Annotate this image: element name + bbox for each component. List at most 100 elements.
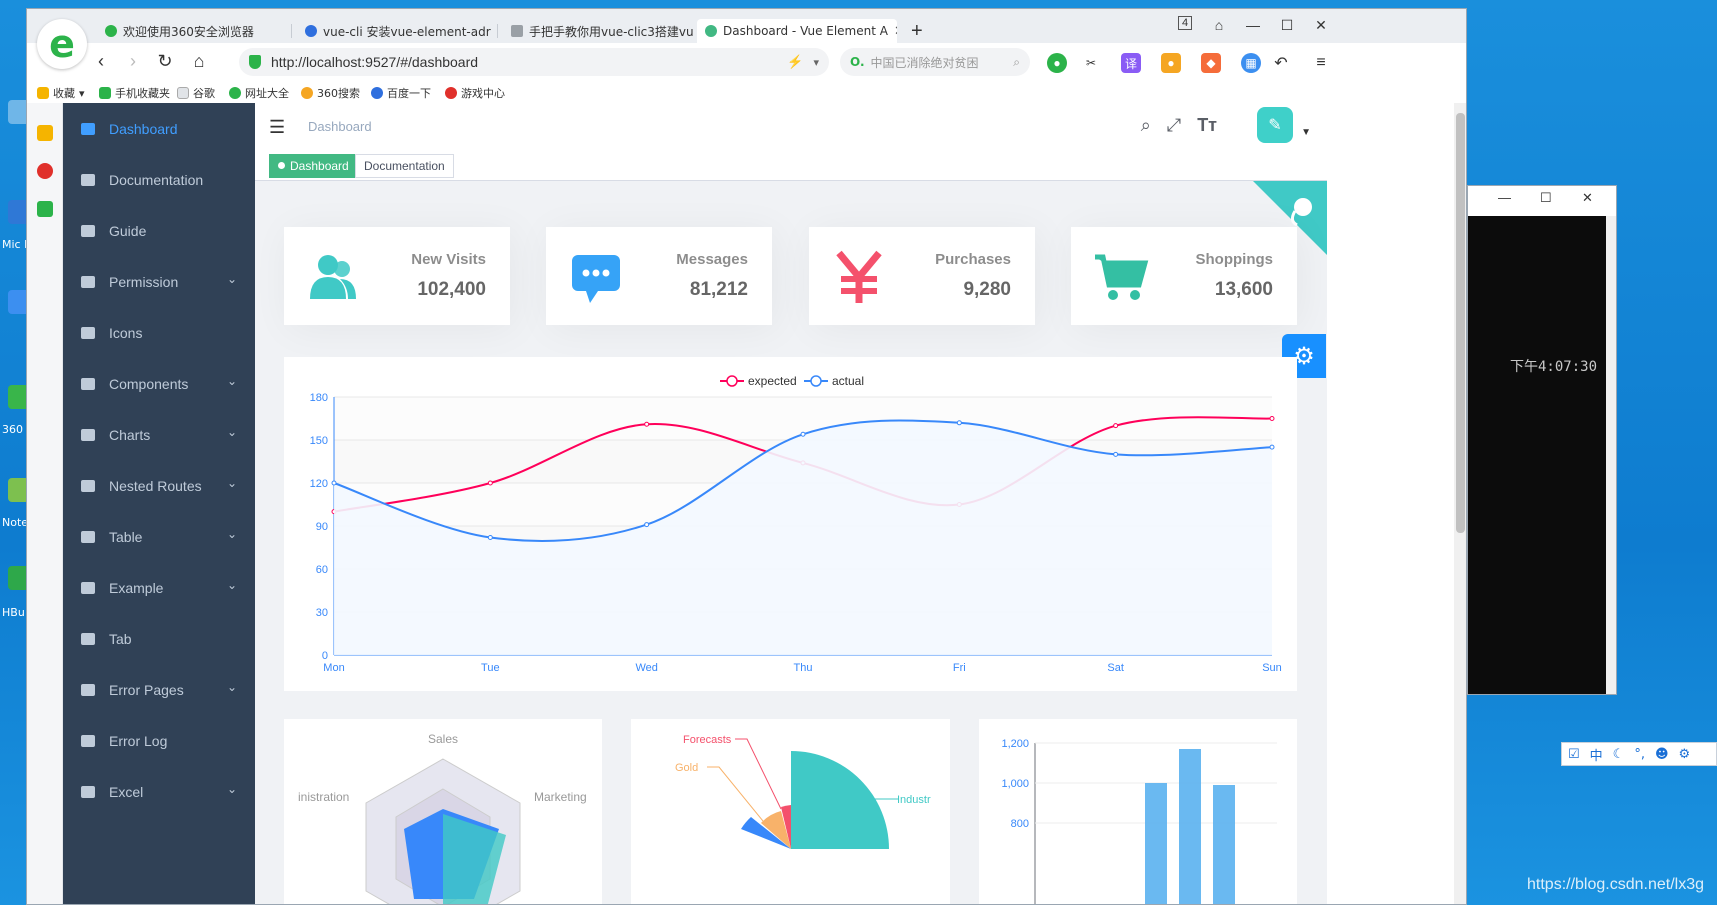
data-point[interactable]: [1113, 451, 1119, 457]
chevron-down-icon[interactable]: ▼: [1301, 127, 1311, 138]
console-scrollbar[interactable]: [1606, 216, 1616, 694]
ime-toolbar[interactable]: ☑ 中 ☾ °, ☻ ⚙: [1561, 742, 1717, 766]
forward-icon[interactable]: ›: [121, 51, 145, 72]
translate-icon[interactable]: 译: [1121, 53, 1141, 73]
tag-dashboard[interactable]: Dashboard: [269, 154, 358, 178]
close-icon[interactable]: ✕: [1582, 190, 1593, 206]
bookmark-item[interactable]: 360搜索: [301, 85, 360, 101]
browser-tab[interactable]: 欢迎使用360安全浏览器: [97, 19, 285, 43]
favorites-icon[interactable]: [37, 125, 53, 141]
browser-tab-active[interactable]: Dashboard - Vue Element A ✕: [697, 19, 897, 43]
sidebar-item-error-pages[interactable]: Error Pages ⌄: [63, 664, 255, 715]
stat-card-new-visits[interactable]: New Visits 102,400: [284, 227, 510, 325]
sidebar-item-example[interactable]: Example ⌄: [63, 562, 255, 613]
data-point[interactable]: [644, 522, 650, 528]
extension-icon[interactable]: ●: [1047, 53, 1067, 73]
sidebar-item-permission[interactable]: Permission ⌄: [63, 256, 255, 307]
moon-icon[interactable]: ☾: [1613, 747, 1625, 762]
bookmark-item[interactable]: 收藏 ▾: [37, 85, 85, 101]
bar[interactable]: [1213, 785, 1235, 905]
weibo-icon[interactable]: [37, 163, 53, 179]
data-point[interactable]: [956, 420, 962, 426]
shirt-icon[interactable]: ⌂: [1204, 17, 1234, 33]
avatar[interactable]: ✎: [1257, 107, 1293, 143]
user-icon[interactable]: ☻: [1655, 747, 1669, 762]
sidebar-item-excel[interactable]: Excel ⌄: [63, 766, 255, 817]
data-point[interactable]: [800, 431, 806, 437]
search-icon[interactable]: ⌕: [1013, 55, 1020, 70]
sidebar-item-error-log[interactable]: Error Log: [63, 715, 255, 766]
stat-card-purchases[interactable]: Purchases 9,280: [809, 227, 1035, 325]
tag-documentation[interactable]: Documentation: [355, 154, 454, 178]
font-size-icon[interactable]: Tт: [1197, 115, 1217, 136]
bookmark-item[interactable]: 游戏中心: [445, 85, 505, 101]
data-point[interactable]: [644, 421, 650, 427]
search-icon[interactable]: ⌕: [1141, 115, 1151, 136]
chevron-down-icon[interactable]: ▾: [813, 56, 819, 69]
line-chart[interactable]: 0 30 60 90 120 150 180 Mon Tue Wed Thu Fri Sat Sun exp…: [284, 357, 1297, 691]
sidebar-item-nested-routes[interactable]: Nested Routes ⌄: [63, 460, 255, 511]
minimize-icon[interactable]: —: [1238, 17, 1268, 33]
bar-chart[interactable]: 1,200 1,000 800: [979, 719, 1297, 905]
radar-chart[interactable]: Sales Marketing inistration: [284, 719, 602, 905]
sidebar-item-table[interactable]: Table ⌄: [63, 511, 255, 562]
stat-card-shoppings[interactable]: Shoppings 13,600: [1071, 227, 1297, 325]
data-point[interactable]: [1269, 416, 1275, 421]
gear-icon[interactable]: ⚙: [1679, 747, 1691, 762]
maximize-icon[interactable]: ☐: [1272, 17, 1302, 34]
hamburger-icon[interactable]: ☰: [269, 117, 285, 138]
sidebar-item-documentation[interactable]: Documentation: [63, 154, 255, 205]
console-window[interactable]: — ☐ ✕ 下午4:07:30: [1467, 185, 1617, 695]
sidebar-item-guide[interactable]: Guide: [63, 205, 255, 256]
sidebar-item-dashboard[interactable]: Dashboard: [63, 103, 255, 154]
legend-label[interactable]: actual: [832, 374, 864, 388]
legend-label[interactable]: expected: [748, 374, 797, 388]
back-icon[interactable]: ‹: [89, 51, 113, 72]
sidebar-item-components[interactable]: Components ⌄: [63, 358, 255, 409]
sidebar-item-icons[interactable]: Icons: [63, 307, 255, 358]
sidebar-item-tab[interactable]: Tab: [63, 613, 255, 664]
data-point[interactable]: [1269, 444, 1275, 450]
close-tab-icon[interactable]: ✕: [894, 24, 897, 39]
mail-icon[interactable]: [37, 201, 53, 217]
bookmark-item[interactable]: 手机收藏夹: [99, 85, 170, 101]
data-point[interactable]: [487, 534, 493, 540]
fullscreen-icon[interactable]: ⤢: [1167, 115, 1181, 136]
menu-icon[interactable]: ≡: [1311, 53, 1331, 73]
maximize-icon[interactable]: ☐: [1540, 190, 1552, 206]
data-point[interactable]: [1113, 423, 1119, 429]
stat-card-messages[interactable]: Messages 81,212: [546, 227, 772, 325]
ime-language[interactable]: 中: [1590, 745, 1603, 764]
undo-icon[interactable]: ↶: [1271, 53, 1291, 73]
minimize-icon[interactable]: —: [1498, 190, 1511, 205]
bookmark-item[interactable]: 网址大全: [229, 85, 289, 101]
sidebar-item-charts[interactable]: Charts ⌄: [63, 409, 255, 460]
tab-count-badge[interactable]: 4: [1170, 16, 1200, 30]
pie-chart[interactable]: Forecasts Gold Industr: [631, 719, 950, 905]
bookmark-item[interactable]: 谷歌: [177, 85, 215, 101]
ime-toggle-icon[interactable]: ☑: [1568, 747, 1580, 762]
page-scrollbar[interactable]: [1454, 103, 1466, 904]
close-icon[interactable]: ✕: [1306, 17, 1336, 34]
browser-tab[interactable]: 手把手教你用vue-clic3搭建vu: [503, 19, 695, 43]
breadcrumb[interactable]: Dashboard: [308, 119, 372, 134]
bar[interactable]: [1145, 783, 1167, 905]
shield-ext-icon[interactable]: ●: [1161, 53, 1181, 73]
url-text[interactable]: http://localhost:9527/#/dashboard: [271, 54, 478, 70]
bolt-icon[interactable]: ⚡: [787, 54, 803, 70]
address-bar[interactable]: http://localhost:9527/#/dashboard ⚡ ▾: [239, 48, 829, 76]
apps-icon[interactable]: ▦: [1241, 53, 1261, 73]
home-icon[interactable]: ⌂: [187, 51, 211, 72]
scrollbar-thumb[interactable]: [1456, 113, 1465, 533]
data-point[interactable]: [487, 480, 493, 486]
new-tab-button[interactable]: +: [911, 20, 923, 43]
bookmark-item[interactable]: 百度一下: [371, 85, 431, 101]
punctuation-icon[interactable]: °,: [1634, 747, 1645, 762]
browser-tab[interactable]: vue-cli 安装vue-element-adr: [297, 19, 497, 43]
bar[interactable]: [1179, 749, 1201, 905]
game-icon[interactable]: ◆: [1201, 53, 1221, 73]
search-input[interactable]: O. 中国已消除绝对贫困 ⌕: [840, 48, 1030, 76]
scissors-icon[interactable]: ✂: [1081, 53, 1101, 73]
search-engine-icon[interactable]: O.: [850, 55, 865, 69]
data-point[interactable]: [331, 480, 337, 486]
